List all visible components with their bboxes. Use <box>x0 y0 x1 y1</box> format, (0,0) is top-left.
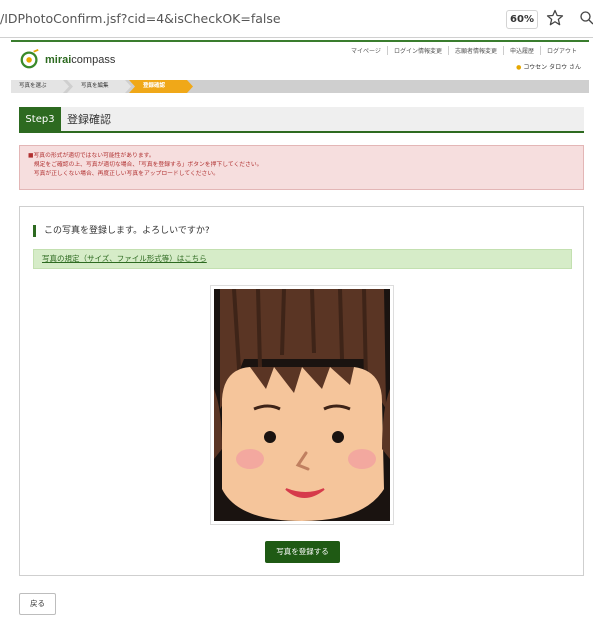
nav-application-history[interactable]: 申込履歴 <box>502 46 540 55</box>
zoom-indicator[interactable]: 60% <box>506 10 538 29</box>
info-bar: 写真の規定（サイズ、ファイル形式等）はこちら <box>33 249 572 269</box>
url-text[interactable]: /IDPhotoConfirm.jsf?cid=4&isCheckOK=fals… <box>0 11 281 26</box>
breadcrumb: 写真を選ぶ 写真を編集 登録確認 <box>11 80 589 93</box>
breadcrumb-step-select: 写真を選ぶ <box>11 80 69 93</box>
confirm-panel: この写真を登録します。よろしいですか? 写真の規定（サイズ、ファイル形式等）はこ… <box>19 206 584 576</box>
page-title: 登録確認 <box>67 113 111 126</box>
warning-alert: ■写真の形式が適切ではない可能性があります。 規定をご確認の上、写真が適切な場合… <box>19 145 584 190</box>
breadcrumb-step-edit: 写真を編集 <box>67 80 131 93</box>
user-icon: ● <box>516 64 522 71</box>
id-photo-image <box>214 289 390 521</box>
header-nav: マイページ ログイン情報変更 志願者情報変更 申込履歴 ログアウト <box>345 46 583 55</box>
site-header: miraicompass マイページ ログイン情報変更 志願者情報変更 申込履歴… <box>11 40 589 78</box>
step-heading: Step3 登録確認 <box>19 107 584 133</box>
search-icon[interactable] <box>578 9 593 27</box>
nav-mypage[interactable]: マイページ <box>345 46 387 55</box>
user-name: ● コウセン タロウ さん <box>516 64 581 71</box>
breadcrumb-step-confirm: 登録確認 <box>129 80 193 93</box>
confirm-question: この写真を登録します。よろしいですか? <box>33 225 210 237</box>
nav-logout[interactable]: ログアウト <box>539 46 583 55</box>
bookmark-star-icon[interactable] <box>545 8 565 28</box>
register-photo-button[interactable]: 写真を登録する <box>265 541 340 563</box>
alert-line: 写真が正しくない場合、再度正しい写真をアップロードしてください。 <box>28 171 219 177</box>
photo-preview <box>210 285 394 525</box>
logo-text: miraicompass <box>45 54 116 66</box>
logo-mark-icon <box>20 48 39 69</box>
photo-rules-link[interactable]: 写真の規定（サイズ、ファイル形式等）はこちら <box>42 250 207 268</box>
nav-login-info-change[interactable]: ログイン情報変更 <box>386 46 448 55</box>
alert-line: ■写真の形式が適切ではない可能性があります。 <box>28 153 155 159</box>
step-tag: Step3 <box>19 107 61 133</box>
miraicompass-logo[interactable]: miraicompass <box>19 48 129 72</box>
back-button[interactable]: 戻る <box>19 593 56 615</box>
alert-line: 規定をご確認の上、写真が適切な場合、「写真を登録する」ボタンを押下してください。 <box>28 162 263 168</box>
nav-applicant-info-change[interactable]: 志願者情報変更 <box>447 46 503 55</box>
browser-address-bar[interactable]: /IDPhotoConfirm.jsf?cid=4&isCheckOK=fals… <box>0 0 593 38</box>
